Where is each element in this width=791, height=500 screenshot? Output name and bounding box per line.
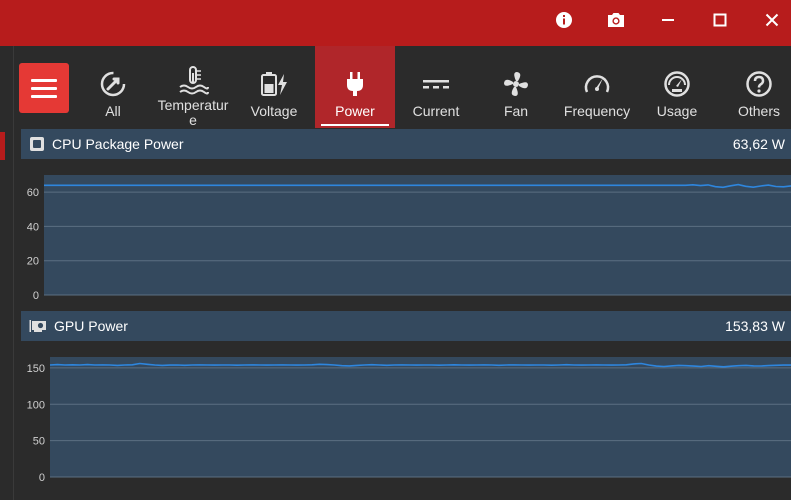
- tab-label: Power: [335, 103, 375, 119]
- maximize-button[interactable]: [697, 0, 743, 40]
- tab-label: All: [105, 103, 121, 119]
- battery-icon: [261, 72, 287, 96]
- chart-svg: 0 20 40 60: [27, 175, 791, 302]
- menu-bar-line: [31, 86, 57, 90]
- y-tick-label: 60: [27, 187, 39, 199]
- tab-usage[interactable]: Usage: [650, 46, 704, 128]
- tab-label: Usage: [656, 103, 698, 119]
- hamburger-menu-button[interactable]: [19, 63, 69, 113]
- gpu-icon: [29, 320, 46, 332]
- tab-power[interactable]: Power: [315, 46, 395, 128]
- cpu-icon: [30, 137, 44, 151]
- info-button[interactable]: [541, 0, 587, 40]
- tab-label: Voltage: [250, 103, 298, 119]
- tab-voltage[interactable]: Voltage: [240, 46, 308, 128]
- title-bar: [0, 0, 791, 46]
- tab-label: Fan: [503, 103, 529, 119]
- cpu-power-chart: 0 20 40 60: [21, 159, 791, 309]
- tab-label: Temperatur e: [157, 97, 229, 128]
- y-tick-label: 40: [27, 221, 39, 233]
- minimize-icon: [662, 19, 674, 21]
- close-icon: [765, 13, 779, 27]
- panel-title: CPU Package Power: [52, 136, 184, 152]
- temperature-icon: [179, 66, 209, 95]
- left-panel-marker: [0, 132, 5, 160]
- plot-area: [44, 175, 791, 295]
- tab-current[interactable]: Current: [401, 46, 471, 128]
- y-tick-label: 20: [27, 256, 39, 268]
- panel-current-value: 63,62 W: [732, 136, 785, 152]
- tab-fan[interactable]: Fan: [488, 46, 544, 128]
- minimize-button[interactable]: [645, 0, 691, 40]
- cpu-power-panel-header[interactable]: CPU Package Power 63,62 W: [21, 129, 791, 159]
- tab-all[interactable]: All: [84, 46, 142, 128]
- tab-others[interactable]: Others: [731, 46, 787, 128]
- tab-label: Frequency: [563, 103, 631, 119]
- menu-bar-line: [31, 78, 57, 82]
- tab-frequency[interactable]: Frequency: [561, 46, 633, 128]
- plot-area: [50, 357, 791, 477]
- y-tick-label: 0: [39, 472, 45, 484]
- menu-bar-line: [31, 94, 57, 98]
- y-tick-label: 0: [33, 290, 39, 302]
- close-button[interactable]: [749, 0, 791, 40]
- camera-icon: [608, 13, 624, 27]
- panel-title: GPU Power: [54, 318, 128, 334]
- maximize-icon: [713, 13, 727, 27]
- fan-icon: [504, 72, 528, 96]
- gauge-icon: [584, 75, 610, 93]
- screenshot-button[interactable]: [593, 0, 639, 40]
- current-icon: [423, 80, 449, 89]
- all-icon: [100, 71, 126, 97]
- question-icon: [746, 71, 772, 97]
- tab-label: Current: [412, 103, 460, 119]
- tab-label: Others: [737, 103, 780, 119]
- tab-temperature[interactable]: Temperatur e: [153, 46, 233, 128]
- y-tick-label: 150: [27, 363, 45, 375]
- usage-icon: [664, 71, 690, 97]
- chart-svg: 0 50 100 150: [27, 357, 791, 484]
- info-icon: [556, 12, 572, 28]
- left-collapsed-panel: [0, 46, 14, 500]
- y-tick-label: 50: [33, 436, 45, 448]
- y-tick-label: 100: [27, 399, 45, 411]
- gpu-power-chart: 0 50 100 150: [21, 341, 791, 500]
- gpu-power-panel-header[interactable]: GPU Power 153,83 W: [21, 311, 791, 341]
- panel-current-value: 153,83 W: [725, 318, 785, 334]
- plug-icon: [347, 72, 363, 96]
